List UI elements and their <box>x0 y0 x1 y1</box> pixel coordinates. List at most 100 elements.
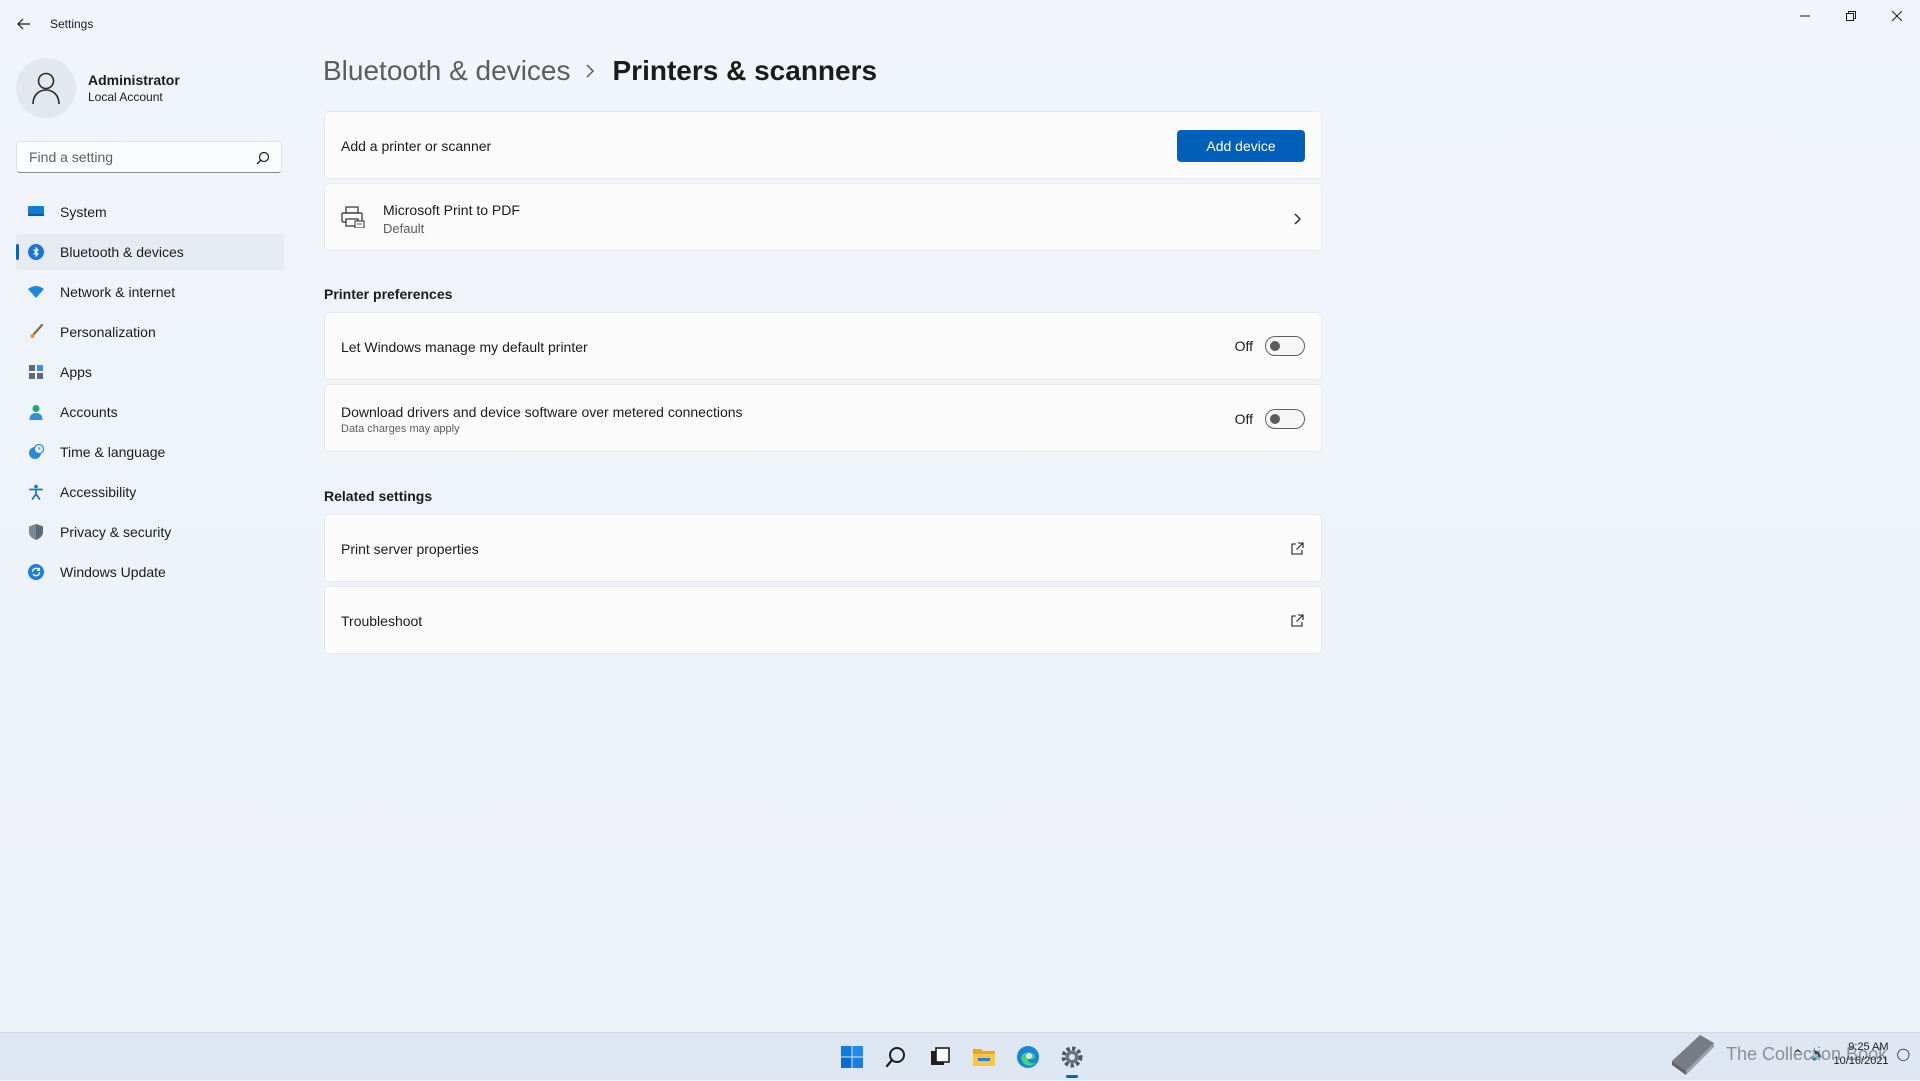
title-bar: Settings <box>0 0 1920 48</box>
sidebar-item-label: Accounts <box>60 404 118 420</box>
sidebar-item-windows-update[interactable]: Windows Update <box>16 554 284 590</box>
sidebar-item-label: Windows Update <box>60 564 166 580</box>
pref-description: Data charges may apply <box>341 423 460 435</box>
globe-clock-icon <box>28 444 44 460</box>
tray-icons: ⌃ 🔈 <box>1792 1047 1825 1061</box>
toggle-group: Off <box>1235 336 1305 356</box>
sidebar-item-apps[interactable]: Apps <box>16 354 284 390</box>
breadcrumb: Bluetooth & devices Printers & scanners <box>323 55 877 87</box>
toggle-state-text: Off <box>1234 338 1253 354</box>
taskbar-apps <box>830 1033 1094 1081</box>
minimize-button[interactable] <box>1782 0 1828 32</box>
speaker-icon[interactable]: 🔈 <box>1811 1047 1826 1061</box>
related-label: Print server properties <box>341 541 479 557</box>
sidebar-item-label: Time & language <box>60 444 166 460</box>
brush-icon <box>28 324 44 340</box>
manage-default-printer-toggle[interactable] <box>1265 336 1305 356</box>
printer-status: Default <box>383 221 425 236</box>
add-device-button[interactable]: Add device <box>1177 130 1305 162</box>
profile-name: Administrator <box>88 72 180 88</box>
restore-icon <box>1846 11 1856 21</box>
window-controls <box>1782 0 1920 32</box>
profile-account-type: Local Account <box>88 90 163 104</box>
sidebar-item-label: Network & internet <box>60 284 176 300</box>
person-icon <box>28 404 44 420</box>
clock-date: 10/16/2021 <box>1833 1055 1889 1067</box>
chevron-up-icon[interactable]: ⌃ <box>1792 1047 1802 1061</box>
add-printer-label: Add a printer or scanner <box>341 138 492 154</box>
back-button[interactable] <box>12 12 36 36</box>
close-icon <box>1892 11 1902 21</box>
settings-window: Settings Administrator Local Account Fin… <box>0 0 1920 1032</box>
notification-icon[interactable]: ◯ <box>1897 1047 1910 1061</box>
related-label: Troubleshoot <box>341 613 423 629</box>
person-icon <box>32 72 60 105</box>
external-link-icon <box>1291 542 1304 555</box>
edge-icon[interactable] <box>1006 1033 1050 1081</box>
pref-row-manage-default-printer: Let Windows manage my default printer Of… <box>324 312 1322 380</box>
taskbar: The Collection Book <box>0 1032 1920 1080</box>
shield-icon <box>28 524 44 540</box>
toggle-knob <box>1270 414 1280 424</box>
add-printer-card: Add a printer or scanner Add device <box>324 111 1322 179</box>
sidebar-item-accessibility[interactable]: Accessibility <box>16 474 284 510</box>
close-button[interactable] <box>1874 0 1920 32</box>
chevron-right-icon <box>1294 213 1301 225</box>
sidebar-item-bluetooth-devices[interactable]: Bluetooth & devices <box>16 234 284 270</box>
wifi-icon <box>28 284 44 300</box>
update-icon <box>28 564 44 580</box>
pref-label: Let Windows manage my default printer <box>341 339 588 355</box>
monitor-icon <box>28 204 44 220</box>
sidebar-nav: System Bluetooth & devices Network & int… <box>16 194 284 594</box>
windows-start-icon[interactable] <box>830 1033 874 1081</box>
sidebar-item-privacy-security[interactable]: Privacy & security <box>16 514 284 550</box>
external-link-icon <box>1291 614 1304 627</box>
back-arrow-icon <box>17 18 30 30</box>
sidebar-item-time-language[interactable]: Time & language <box>16 434 284 470</box>
printer-row-microsoft-print-to-pdf[interactable]: Microsoft Print to PDF Default <box>324 183 1322 251</box>
sidebar-item-label: Accessibility <box>60 484 137 500</box>
sidebar-item-label: Privacy & security <box>60 524 172 540</box>
metered-downloads-toggle[interactable] <box>1265 409 1305 429</box>
toggle-knob <box>1270 341 1280 351</box>
printer-icon <box>341 206 365 228</box>
accessibility-icon <box>28 484 44 500</box>
file-explorer-icon[interactable] <box>962 1033 1006 1081</box>
book-icon <box>1672 1035 1714 1075</box>
avatar <box>16 58 76 118</box>
search-icon[interactable] <box>255 150 271 166</box>
sidebar-item-personalization[interactable]: Personalization <box>16 314 284 350</box>
related-row-print-server-properties[interactable]: Print server properties <box>324 514 1322 582</box>
clock-time: 9:25 AM <box>1848 1041 1889 1053</box>
sidebar-item-network[interactable]: Network & internet <box>16 274 284 310</box>
clock[interactable]: 9:25 AM 10/16/2021 <box>1834 1040 1889 1068</box>
app-title: Settings <box>50 17 94 31</box>
minimize-icon <box>1800 15 1810 17</box>
sidebar-item-label: Personalization <box>60 324 156 340</box>
sidebar-item-accounts[interactable]: Accounts <box>16 394 284 430</box>
related-settings-heading: Related settings <box>324 488 433 504</box>
bluetooth-icon <box>28 244 44 260</box>
chevron-right-icon <box>585 64 599 78</box>
pref-label: Download drivers and device software ove… <box>341 404 743 420</box>
sidebar-item-label: System <box>60 204 107 220</box>
toggle-state-text: Off <box>1234 411 1253 427</box>
toggle-group: Off <box>1235 409 1305 429</box>
restore-button[interactable] <box>1828 0 1874 32</box>
settings-search[interactable] <box>16 141 282 173</box>
search-input[interactable] <box>27 148 251 166</box>
task-view-icon[interactable] <box>918 1033 962 1081</box>
sidebar-item-label: Apps <box>60 364 92 380</box>
sidebar-item-label: Bluetooth & devices <box>60 244 184 260</box>
related-row-troubleshoot[interactable]: Troubleshoot <box>324 586 1322 654</box>
printer-name: Microsoft Print to PDF <box>383 202 520 218</box>
printer-preferences-heading: Printer preferences <box>324 286 453 302</box>
breadcrumb-parent-link[interactable]: Bluetooth & devices <box>323 55 571 87</box>
page-title: Printers & scanners <box>612 55 878 86</box>
system-tray: ⌃ 🔈 9:25 AM 10/16/2021 ◯ <box>1792 1040 1910 1068</box>
apps-icon <box>28 364 44 380</box>
sidebar-item-system[interactable]: System <box>16 194 284 230</box>
user-profile[interactable]: Administrator Local Account <box>16 58 180 118</box>
settings-icon[interactable] <box>1050 1033 1094 1081</box>
search-icon[interactable] <box>874 1033 918 1081</box>
